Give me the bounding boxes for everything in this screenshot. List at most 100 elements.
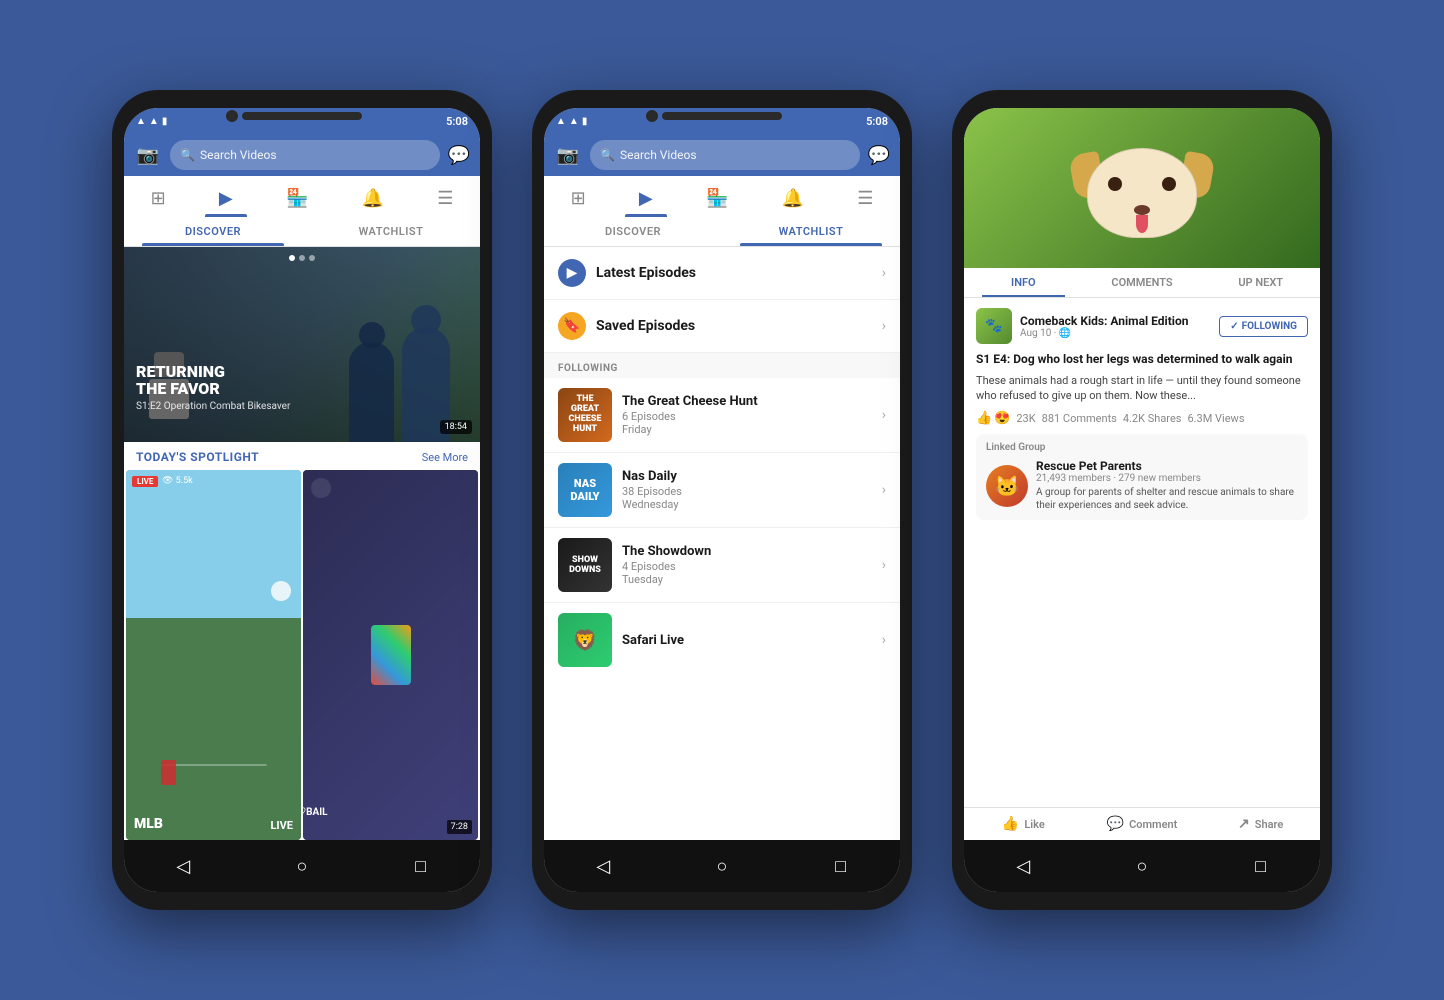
hero-duration-1: 18:54 xyxy=(440,420,472,434)
group-avatar-3: 🐱 xyxy=(986,465,1028,507)
search-bar-1[interactable]: 🔍 Search Videos xyxy=(170,140,440,170)
like-btn-3[interactable]: 👍 Like xyxy=(964,816,1083,832)
duration-badge-1: 7:28 xyxy=(447,820,472,834)
time-2: 5:08 xyxy=(866,115,888,128)
see-more-1[interactable]: See More xyxy=(422,451,468,464)
baseball-scene xyxy=(126,470,301,840)
showdown-text: SHOWDOWNS xyxy=(569,555,601,575)
nav-menu-1[interactable]: ☰ xyxy=(423,184,467,217)
recent-btn-3[interactable]: □ xyxy=(1245,850,1277,882)
phone-screen-3: INFO COMMENTS UP NEXT 🐾 Comeback Kids: A… xyxy=(964,108,1320,892)
home-btn-1[interactable]: ○ xyxy=(286,850,318,882)
nav-marketplace-1[interactable]: 🏪 xyxy=(272,184,322,217)
recent-btn-1[interactable]: □ xyxy=(405,850,437,882)
cheese-text: THEGREATCHEESEHUNT xyxy=(569,395,602,435)
back-btn-3[interactable]: ◁ xyxy=(1007,850,1039,882)
search-icon-2: 🔍 xyxy=(600,148,615,162)
check-icon: ✓ xyxy=(1230,321,1238,332)
phone-nav-bar-1: ◁ ○ □ xyxy=(124,840,480,892)
dog-eye-left xyxy=(1108,177,1122,191)
reaction-count: 23K xyxy=(1016,412,1035,425)
bae-scene xyxy=(303,470,478,840)
show-meta-nas: 38 EpisodesWednesday xyxy=(622,485,872,511)
dog-nose xyxy=(1134,205,1150,215)
wifi-icon-2: ▲ xyxy=(556,116,566,127)
spotlight-left-1[interactable]: LIVE 👁 5.5k MLB LIVE xyxy=(126,470,301,840)
following-btn-3[interactable]: ✓ FOLLOWING xyxy=(1219,316,1308,337)
share-icon-3: ↗ xyxy=(1238,816,1250,832)
action-bar-3: 👍 Like 💬 Comment ↗ Share xyxy=(964,807,1320,840)
search-icon-1: 🔍 xyxy=(180,148,195,162)
phone-nav-bar-3: ◁ ○ □ xyxy=(964,840,1320,892)
mlb-logo-1: MLB xyxy=(134,816,163,832)
tab-info-3[interactable]: INFO xyxy=(964,268,1083,297)
camera-icon-1[interactable]: 📷 xyxy=(134,145,162,166)
tab-upnext-3[interactable]: UP NEXT xyxy=(1201,268,1320,297)
show-name-safari: Safari Live xyxy=(622,633,872,648)
post-body-3: These animals had a rough start in life … xyxy=(976,373,1308,404)
nav-watch-2[interactable]: ▶ xyxy=(625,184,667,217)
nav-watch-1[interactable]: ▶ xyxy=(205,184,247,217)
hero-text-1: RETURNINGTHE FAVOR S1:E2 Operation Comba… xyxy=(136,363,290,412)
share-btn-3[interactable]: ↗ Share xyxy=(1201,816,1320,832)
nav-feed-1[interactable]: ⊞ xyxy=(137,184,180,217)
post-avatar-3: 🐾 xyxy=(976,308,1012,344)
show-row-nas[interactable]: NASDAILY Nas Daily 38 EpisodesWednesday … xyxy=(544,453,900,528)
hero-image-1[interactable]: RETURNINGTHE FAVOR S1:E2 Operation Comba… xyxy=(124,247,480,442)
messenger-icon-2[interactable]: 💬 xyxy=(868,145,890,166)
play-icon: ▶ xyxy=(558,259,586,287)
home-btn-2[interactable]: ○ xyxy=(706,850,738,882)
bae-label-1: BAE♡BAIL xyxy=(303,807,391,818)
back-btn-1[interactable]: ◁ xyxy=(167,850,199,882)
dog-head-container xyxy=(1087,148,1197,238)
nav-marketplace-2[interactable]: 🏪 xyxy=(692,184,742,217)
bookmark-icon: 🔖 xyxy=(558,312,586,340)
dog-eye-right xyxy=(1162,177,1176,191)
status-bar-2: ▲ ▲ ▮ 5:08 xyxy=(544,108,900,134)
saved-episodes-label: Saved Episodes xyxy=(596,318,872,334)
status-icons-2: ▲ ▲ ▮ xyxy=(556,116,587,127)
nav-menu-2[interactable]: ☰ xyxy=(843,184,887,217)
nav-notifications-2[interactable]: 🔔 xyxy=(768,184,818,217)
linked-group-content-3: 🐱 Rescue Pet Parents 21,493 members · 27… xyxy=(986,459,1298,512)
show-meta-showdown: 4 EpisodesTuesday xyxy=(622,560,872,586)
tab-watchlist-2[interactable]: WATCHLIST xyxy=(722,217,900,246)
tab-watchlist-1[interactable]: WATCHLIST xyxy=(302,217,480,246)
safari-text: 🦁 xyxy=(573,628,598,652)
comment-btn-3[interactable]: 💬 Comment xyxy=(1083,816,1202,832)
post-stats-3: 👍 😍 23K 881 Comments 4.2K Shares 6.3M Vi… xyxy=(976,411,1308,426)
tab-discover-2[interactable]: DISCOVER xyxy=(544,217,722,246)
show-row-safari[interactable]: 🦁 Safari Live › xyxy=(544,603,900,677)
back-btn-2[interactable]: ◁ xyxy=(587,850,619,882)
home-btn-3[interactable]: ○ xyxy=(1126,850,1158,882)
show-info-cheese: The Great Cheese Hunt 6 EpisodesFriday xyxy=(622,394,872,436)
share-label-3: Share xyxy=(1255,818,1284,831)
chevron-cheese: › xyxy=(882,407,886,423)
screen-content-1: RETURNINGTHE FAVOR S1:E2 Operation Comba… xyxy=(124,247,480,840)
tab-comments-3[interactable]: COMMENTS xyxy=(1083,268,1202,297)
nav-notifications-1[interactable]: 🔔 xyxy=(348,184,398,217)
chevron-showdown: › xyxy=(882,557,886,573)
chevron-saved: › xyxy=(882,318,886,334)
tab-discover-1[interactable]: DISCOVER xyxy=(124,217,302,246)
avatar-image: 🐾 xyxy=(976,308,1012,344)
shares-count: 4.2K Shares xyxy=(1123,412,1182,425)
cat-icon: 🐱 xyxy=(995,474,1020,498)
spotlight-header-1: TODAY'S SPOTLIGHT See More xyxy=(124,442,480,470)
camera-icon-2[interactable]: 📷 xyxy=(554,145,582,166)
show-row-showdown[interactable]: SHOWDOWNS The Showdown 4 EpisodesTuesday… xyxy=(544,528,900,603)
spotlight-right-1[interactable]: BAE♡BAIL 7:28 xyxy=(303,470,478,840)
battery-icon-1: ▮ xyxy=(162,116,168,127)
latest-episodes-row[interactable]: ▶ Latest Episodes › xyxy=(544,247,900,300)
nav-feed-2[interactable]: ⊞ xyxy=(557,184,600,217)
top-bar-2: 📷 🔍 Search Videos 💬 xyxy=(544,134,900,176)
saved-episodes-row[interactable]: 🔖 Saved Episodes › xyxy=(544,300,900,353)
phone-screen-1: ▲ ▲ ▮ 5:08 📷 🔍 Search Videos 💬 ⊞ ▶ 🏪 🔔 ☰ xyxy=(124,108,480,892)
show-info-nas: Nas Daily 38 EpisodesWednesday xyxy=(622,469,872,511)
show-row-cheese[interactable]: THEGREATCHEESEHUNT The Great Cheese Hunt… xyxy=(544,378,900,453)
dot-2 xyxy=(299,255,305,261)
search-bar-2[interactable]: 🔍 Search Videos xyxy=(590,140,860,170)
post-info-3: 🐾 Comeback Kids: Animal Edition Aug 10 ·… xyxy=(964,298,1320,807)
recent-btn-2[interactable]: □ xyxy=(825,850,857,882)
messenger-icon-1[interactable]: 💬 xyxy=(448,145,470,166)
